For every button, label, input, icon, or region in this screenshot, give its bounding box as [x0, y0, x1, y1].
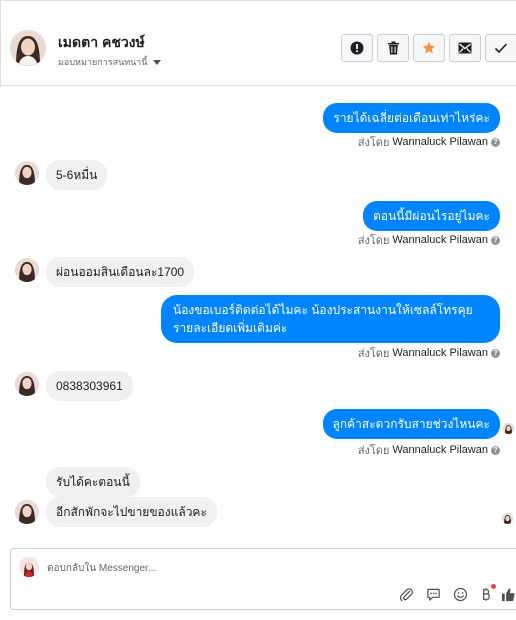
mark-unread-button[interactable] — [449, 34, 481, 62]
attachment-icon[interactable] — [397, 585, 415, 603]
question-icon[interactable]: ? — [491, 445, 500, 455]
sender-name: Wannaluck Pilawan — [392, 444, 488, 456]
seen-avatar — [503, 423, 514, 434]
sent-by-line: ส่งโดย Wannaluck Pilawan ? — [358, 344, 500, 362]
message-bubble-outgoing: ลูกค้าสะดวกรับสายช่วงไหนคะ — [322, 409, 500, 439]
assign-label: มอบหมายการสนทนานี้ — [58, 57, 148, 67]
message-thread[interactable]: รายได้เฉลี่ยต่อเดือนเท่าไหร่คะ ส่งโดย Wa… — [0, 87, 516, 544]
message-bubble-outgoing: ตอนนี้มีผ่อนไรอยู่ไมคะ — [363, 201, 500, 231]
customer-avatar — [15, 161, 39, 185]
like-icon[interactable] — [501, 585, 515, 603]
message-bubble-incoming: 5-6หมื่น — [46, 160, 108, 190]
message-bubble-outgoing: น้องขอเบอร์ติดต่อได้ไมคะ น้องประสานงานให… — [161, 295, 500, 343]
trash-icon — [387, 41, 399, 55]
sent-by-label: ส่งโดย — [357, 235, 390, 247]
sent-by-line: ส่งโดย Wannaluck Pilawan ? — [358, 441, 500, 459]
sender-name: Wannaluck Pilawan — [392, 136, 488, 148]
contact-avatar[interactable] — [10, 30, 46, 66]
sent-by-line: ส่งโดย Wannaluck Pilawan ? — [358, 133, 500, 151]
question-icon[interactable]: ? — [491, 348, 500, 358]
message-bubble-outgoing: รายได้เฉลี่ยต่อเดือนเท่าไหร่คะ — [323, 103, 500, 133]
page-avatar — [19, 557, 39, 577]
message-bubble-incoming: รับได้คะตอนนี้ — [46, 467, 140, 497]
report-icon — [350, 41, 364, 55]
seen-avatar — [502, 513, 513, 524]
notification-dot — [491, 584, 496, 589]
question-icon[interactable]: ? — [491, 235, 500, 245]
sender-name: Wannaluck Pilawan — [392, 234, 488, 246]
sent-by-label: ส่งโดย — [357, 137, 390, 149]
sent-by-label: ส่งโดย — [357, 348, 390, 360]
done-button[interactable] — [485, 34, 516, 62]
message-bubble-incoming: อีกสักพักจะไปขายของแล้วคะ — [46, 497, 217, 527]
assign-conversation-dropdown[interactable]: มอบหมายการสนทนานี้ — [58, 55, 161, 69]
message-bubble-incoming: 0838303961 — [46, 371, 133, 401]
reply-composer — [10, 548, 516, 610]
header-border — [0, 1, 1, 87]
delete-button[interactable] — [377, 34, 409, 62]
saved-reply-icon[interactable] — [424, 585, 442, 603]
report-button[interactable] — [341, 34, 373, 62]
question-icon[interactable]: ? — [491, 137, 500, 147]
sent-by-label: ส่งโดย — [357, 445, 390, 457]
checkmark-icon — [494, 43, 508, 54]
customer-avatar — [15, 500, 39, 524]
message-bubble-incoming: ผ่อนออมสินเดือนละ1700 — [46, 257, 195, 287]
reply-input[interactable] — [47, 559, 427, 577]
sender-name: Wannaluck Pilawan — [392, 347, 488, 359]
sent-by-line: ส่งโดย Wannaluck Pilawan ? — [358, 231, 500, 249]
mark-unread-icon — [458, 42, 472, 54]
customer-avatar — [15, 258, 39, 282]
conversation-header: เมดตา คชวงษ์ มอบหมายการสนทนานี้ — [0, 0, 516, 87]
star-icon — [422, 41, 436, 54]
emoji-icon[interactable] — [451, 585, 469, 603]
contact-name: เมดตา คชวงษ์ — [58, 34, 145, 50]
customer-avatar — [15, 372, 39, 396]
star-button[interactable] — [413, 34, 445, 62]
chevron-down-icon — [152, 59, 161, 65]
